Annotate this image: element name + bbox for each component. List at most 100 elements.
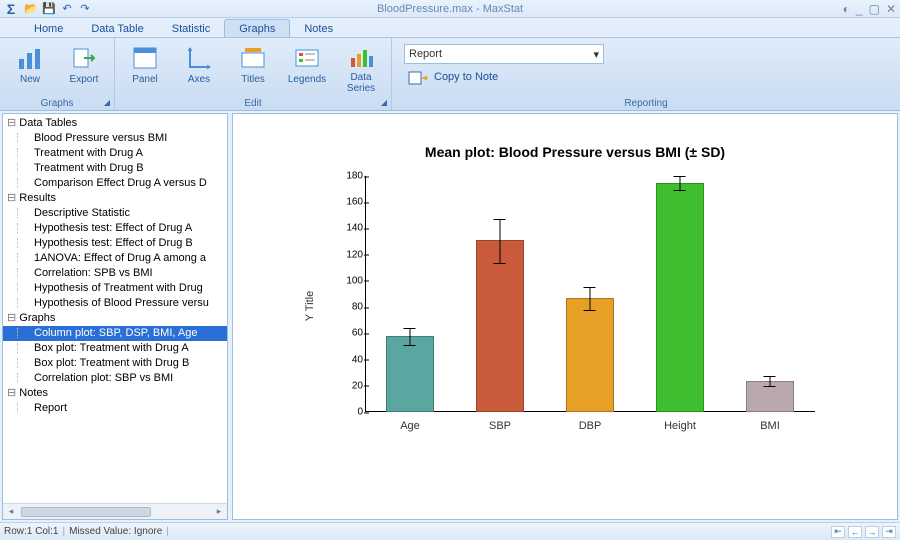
minimize-icon[interactable]: _ xyxy=(856,2,863,16)
bar xyxy=(380,336,440,412)
window-title: BloodPressure.max - MaxStat xyxy=(377,3,523,15)
tree-group[interactable]: Notes xyxy=(3,386,227,401)
y-axis-label: Y Title xyxy=(304,291,316,321)
status-missed: Missed Value: Ignore xyxy=(69,526,162,537)
report-select[interactable]: Report ▾ xyxy=(404,44,604,64)
x-category-label: Age xyxy=(380,420,440,432)
y-tick: 160 xyxy=(337,197,363,208)
y-tick: 80 xyxy=(337,302,363,313)
chart-pane: Mean plot: Blood Pressure versus BMI (± … xyxy=(232,113,898,520)
horizontal-scrollbar[interactable]: ◂ ▸ xyxy=(3,503,227,519)
new-button[interactable]: New xyxy=(6,42,54,96)
copy-to-note-button[interactable]: Copy to Note xyxy=(404,68,604,86)
window-controls: ◐ _ ▢ ✕ xyxy=(843,2,896,16)
scroll-thumb[interactable] xyxy=(21,507,151,517)
tree-item[interactable]: Box plot: Treatment with Drug B xyxy=(3,356,227,371)
bar xyxy=(560,298,620,412)
close-icon[interactable]: ✕ xyxy=(886,2,896,16)
tree-item[interactable]: Treatment with Drug B xyxy=(3,161,227,176)
ribbon-group-edit: PanelAxesTitlesLegendsData Series Edit ◢ xyxy=(115,38,392,110)
tree-item[interactable]: Hypothesis test: Effect of Drug A xyxy=(3,221,227,236)
ribbon-group-reporting: Report ▾ Copy to Note Reporting xyxy=(392,38,900,110)
titles-icon xyxy=(238,44,268,72)
x-category-label: DBP xyxy=(560,420,620,432)
nav-first-icon[interactable]: ⇤ xyxy=(831,526,845,538)
x-categories: AgeSBPDBPHeightBMI xyxy=(365,420,815,432)
chevron-down-icon: ▾ xyxy=(593,48,599,61)
tree-item[interactable]: Hypothesis of Treatment with Drug xyxy=(3,281,227,296)
bar xyxy=(650,183,710,412)
ribbon-group-graphs: NewExport Graphs ◢ xyxy=(0,38,115,110)
y-tick: 100 xyxy=(337,275,363,286)
tree-pane: Data TablesBlood Pressure versus BMITrea… xyxy=(2,113,228,520)
tree-group[interactable]: Results xyxy=(3,191,227,206)
launcher-icon[interactable]: ◢ xyxy=(381,98,387,107)
qat-undo-icon[interactable]: ↶ xyxy=(60,2,74,16)
data-series-icon xyxy=(346,44,376,70)
main-area: Data TablesBlood Pressure versus BMITrea… xyxy=(0,111,900,522)
tree-item[interactable]: Report xyxy=(3,401,227,416)
ribbon-group-label: Edit ◢ xyxy=(115,98,391,109)
project-tree[interactable]: Data TablesBlood Pressure versus BMITrea… xyxy=(3,114,227,503)
scroll-left-icon[interactable]: ◂ xyxy=(3,506,19,517)
maximize-icon[interactable]: ▢ xyxy=(869,2,880,16)
bar xyxy=(470,240,530,412)
scroll-right-icon[interactable]: ▸ xyxy=(211,506,227,517)
help-icon[interactable]: ◐ xyxy=(843,2,850,16)
y-tick: 60 xyxy=(337,328,363,339)
app-logo: Σ xyxy=(2,0,20,18)
tab-graphs[interactable]: Graphs xyxy=(224,19,290,37)
tab-statistic[interactable]: Statistic xyxy=(158,20,225,37)
qat-save-icon[interactable]: 💾 xyxy=(42,2,56,16)
tree-group[interactable]: Data Tables xyxy=(3,116,227,131)
launcher-icon[interactable]: ◢ xyxy=(104,98,110,107)
tab-notes[interactable]: Notes xyxy=(290,20,347,37)
axes-icon xyxy=(184,44,214,72)
y-tick: 140 xyxy=(337,223,363,234)
tree-item[interactable]: 1ANOVA: Effect of Drug A among a xyxy=(3,251,227,266)
tree-item[interactable]: Hypothesis of Blood Pressure versu xyxy=(3,296,227,311)
qat-redo-icon[interactable]: ↷ xyxy=(78,2,92,16)
tree-item[interactable]: Correlation plot: SBP vs BMI xyxy=(3,371,227,386)
y-tick: 120 xyxy=(337,249,363,260)
tree-item[interactable]: Comparison Effect Drug A versus D xyxy=(3,176,227,191)
chart-title: Mean plot: Blood Pressure versus BMI (± … xyxy=(273,144,877,160)
data-series-button[interactable]: Data Series xyxy=(337,42,385,96)
y-tick: 40 xyxy=(337,354,363,365)
tree-item[interactable]: Correlation: SPB vs BMI xyxy=(3,266,227,281)
ribbon-group-label: Graphs ◢ xyxy=(0,98,114,109)
tree-item[interactable]: Box plot: Treatment with Drug A xyxy=(3,341,227,356)
chart-area: Y Title AgeSBPDBPHeightBMI 0204060801001… xyxy=(325,176,825,436)
x-category-label: SBP xyxy=(470,420,530,432)
export-icon xyxy=(69,44,99,72)
tree-item[interactable]: Blood Pressure versus BMI xyxy=(3,131,227,146)
tree-item[interactable]: Hypothesis test: Effect of Drug B xyxy=(3,236,227,251)
tab-home[interactable]: Home xyxy=(20,20,77,37)
titles-button[interactable]: Titles xyxy=(229,42,277,96)
export-button[interactable]: Export xyxy=(60,42,108,96)
tree-item[interactable]: Descriptive Statistic xyxy=(3,206,227,221)
x-category-label: Height xyxy=(650,420,710,432)
panel-button[interactable]: Panel xyxy=(121,42,169,96)
legends-button[interactable]: Legends xyxy=(283,42,331,96)
nav-last-icon[interactable]: ⇥ xyxy=(882,526,896,538)
tree-group[interactable]: Graphs xyxy=(3,311,227,326)
tree-item[interactable]: Column plot: SBP, DSP, BMI, Age xyxy=(3,326,227,341)
nav-next-icon[interactable]: → xyxy=(865,526,879,538)
y-tick: 20 xyxy=(337,380,363,391)
tab-data-table[interactable]: Data Table xyxy=(77,20,157,37)
nav-prev-icon[interactable]: ← xyxy=(848,526,862,538)
legend-icon xyxy=(292,44,322,72)
menu-tabs: HomeData TableStatisticGraphsNotes xyxy=(0,18,900,38)
status-bar: Row:1 Col:1 | Missed Value: Ignore | ⇤ ←… xyxy=(0,522,900,540)
bar xyxy=(740,381,800,412)
bars-container xyxy=(365,176,815,412)
qat-open-icon[interactable]: 📂 xyxy=(24,2,38,16)
axes-button[interactable]: Axes xyxy=(175,42,223,96)
y-tick: 0 xyxy=(337,407,363,418)
bar-chart-icon xyxy=(15,44,45,72)
ribbon: NewExport Graphs ◢ PanelAxesTitlesLegend… xyxy=(0,38,900,111)
tree-item[interactable]: Treatment with Drug A xyxy=(3,146,227,161)
title-bar: Σ 📂 💾 ↶ ↷ BloodPressure.max - MaxStat ◐ … xyxy=(0,0,900,18)
copy-note-icon xyxy=(408,68,428,86)
